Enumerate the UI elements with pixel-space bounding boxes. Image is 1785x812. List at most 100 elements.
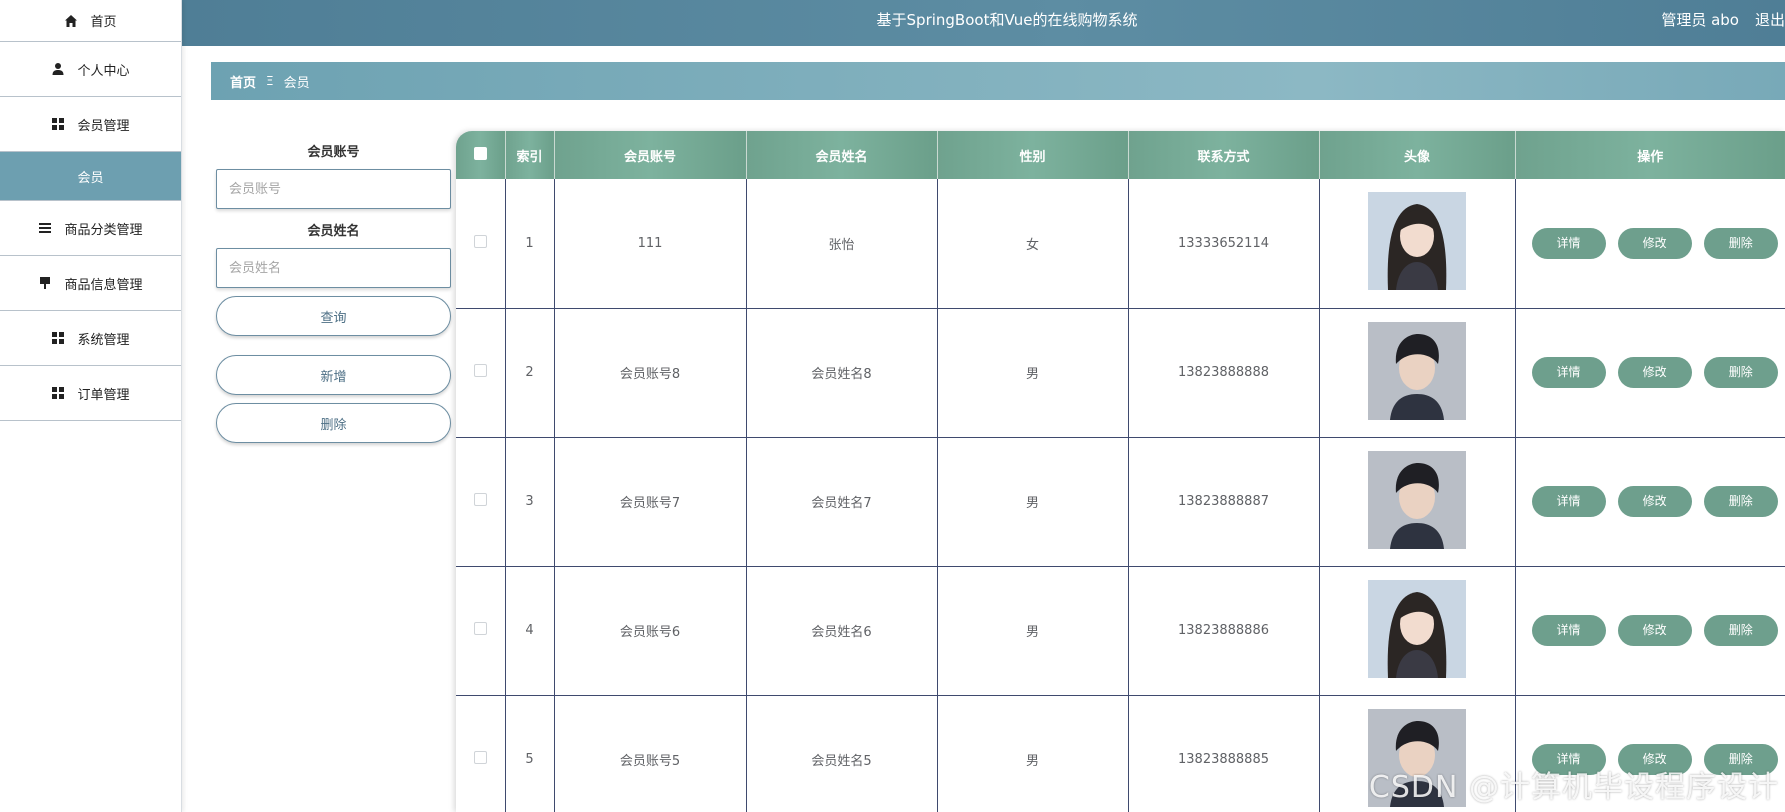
avatar — [1368, 321, 1466, 420]
delete-button[interactable]: 删除 — [1703, 357, 1778, 388]
detail-button[interactable]: 详情 — [1531, 486, 1606, 517]
sidebar-item-member[interactable]: 会员 — [0, 152, 181, 201]
row-checkbox[interactable] — [473, 751, 487, 764]
actions-cell: 详情 修改 删除 — [1515, 437, 1785, 567]
actions-cell: 详情 修改 删除 — [1515, 308, 1785, 438]
user-icon — [51, 62, 65, 76]
gender-cell: 男 — [937, 437, 1129, 567]
sidebar-item-system-mgmt[interactable]: 系统管理 — [0, 311, 181, 366]
edit-button[interactable]: 修改 — [1617, 227, 1692, 259]
index-cell: 1 — [505, 179, 555, 309]
column-header: 头像 — [1319, 131, 1516, 179]
actions-cell: 详情 修改 删除 — [1515, 179, 1785, 309]
query-button[interactable]: 查询 — [216, 296, 451, 336]
app-window: 首页 个人中心 会员管理 会员 商品分类管理 商品信息管理 系统管理 订单管理 … — [0, 0, 1785, 812]
delete-button[interactable]: 删除 — [1703, 615, 1778, 646]
account-cell: 111 — [554, 179, 747, 309]
detail-button[interactable]: 详情 — [1531, 357, 1606, 388]
member-table: 索引 会员账号 会员姓名 性别 联系方式 头像 操作 1 111 张怡 女 13… — [456, 131, 1785, 812]
delete-button[interactable]: 删除 — [1703, 227, 1778, 259]
column-header: 性别 — [937, 131, 1129, 179]
breadcrumb-separator-icon: Ξ — [266, 74, 274, 88]
detail-button[interactable]: 详情 — [1531, 227, 1606, 259]
sidebar-item-label: 会员 — [77, 170, 104, 186]
column-header: 联系方式 — [1128, 131, 1320, 179]
grid-icon — [51, 117, 65, 131]
column-header: 索引 — [505, 131, 555, 179]
name-cell: 张怡 — [746, 179, 938, 309]
account-cell: 会员账号6 — [554, 566, 747, 696]
name-label: 会员姓名 — [307, 224, 360, 239]
logout-link[interactable]: 退出 — [1755, 9, 1785, 30]
account-label: 会员账号 — [307, 145, 360, 160]
row-checkbox[interactable] — [473, 364, 487, 377]
sidebar-item-member-mgmt[interactable]: 会员管理 — [0, 97, 181, 152]
account-search-input[interactable] — [216, 169, 451, 209]
current-user: 管理员 abo — [1661, 11, 1739, 29]
sidebar-item-label: 首页 — [90, 15, 117, 30]
sidebar-item-home[interactable]: 首页 — [0, 0, 181, 42]
column-header: 会员姓名 — [746, 131, 938, 179]
list-icon — [38, 221, 52, 235]
sidebar-item-category-mgmt[interactable]: 商品分类管理 — [0, 201, 181, 256]
top-header: 基于SpringBoot和Vue的在线购物系统 管理员 abo 退出 — [182, 0, 1785, 46]
gender-cell: 男 — [937, 308, 1129, 438]
app-title: 基于SpringBoot和Vue的在线购物系统 — [876, 11, 1138, 29]
phone-cell: 13823888885 — [1128, 695, 1320, 812]
add-button[interactable]: 新增 — [216, 355, 451, 395]
index-cell: 4 — [505, 566, 555, 696]
avatar — [1368, 192, 1466, 291]
sidebar-item-label: 个人中心 — [77, 63, 130, 79]
row-checkbox[interactable] — [473, 493, 487, 506]
select-all-cell — [456, 131, 506, 179]
row-checkbox[interactable] — [473, 622, 487, 635]
avatar-cell — [1319, 437, 1516, 567]
table-row: 2 会员账号8 会员姓名8 男 13823888888 详情 修改 删除 — [456, 308, 1785, 438]
avatar-cell — [1319, 566, 1516, 696]
watermark: CSDN @计算机毕设程序设计 — [1368, 770, 1779, 805]
edit-button[interactable]: 修改 — [1617, 615, 1692, 646]
actions-cell: 详情 修改 删除 — [1515, 566, 1785, 696]
breadcrumb-home[interactable]: 首页 — [230, 72, 256, 91]
sidebar-item-label: 商品信息管理 — [64, 277, 143, 293]
gender-cell: 女 — [937, 179, 1129, 309]
table-row: 4 会员账号6 会员姓名6 男 13823888886 详情 修改 删除 — [456, 566, 1785, 696]
account-cell: 会员账号8 — [554, 308, 747, 438]
avatar-cell — [1319, 308, 1516, 438]
phone-cell: 13823888886 — [1128, 566, 1320, 696]
sidebar-item-label: 会员管理 — [77, 118, 130, 134]
sidebar: 首页 个人中心 会员管理 会员 商品分类管理 商品信息管理 系统管理 订单管理 — [0, 0, 182, 812]
account-cell: 会员账号5 — [554, 695, 747, 812]
breadcrumb-current: 会员 — [283, 75, 310, 91]
edit-button[interactable]: 修改 — [1617, 357, 1692, 388]
name-search-input[interactable] — [216, 248, 451, 288]
phone-cell: 13823888887 — [1128, 437, 1320, 567]
select-all-checkbox[interactable] — [473, 146, 487, 160]
sidebar-item-label: 订单管理 — [77, 387, 130, 403]
row-select-cell — [456, 308, 506, 438]
batch-delete-button[interactable]: 删除 — [216, 403, 451, 443]
grid-icon — [51, 386, 65, 400]
row-checkbox[interactable] — [473, 234, 487, 248]
gender-cell: 男 — [937, 695, 1129, 812]
sidebar-item-product-mgmt[interactable]: 商品信息管理 — [0, 256, 181, 311]
sidebar-item-profile[interactable]: 个人中心 — [0, 42, 181, 97]
avatar — [1368, 450, 1466, 549]
row-select-cell — [456, 695, 506, 812]
edit-button[interactable]: 修改 — [1617, 486, 1692, 517]
name-cell: 会员姓名6 — [746, 566, 938, 696]
column-header: 会员账号 — [554, 131, 747, 179]
row-select-cell — [456, 179, 506, 309]
account-cell: 会员账号7 — [554, 437, 747, 567]
sidebar-item-label: 商品分类管理 — [64, 222, 143, 238]
column-header: 操作 — [1515, 131, 1785, 179]
row-select-cell — [456, 566, 506, 696]
table-row: 3 会员账号7 会员姓名7 男 13823888887 详情 修改 删除 — [456, 437, 1785, 567]
detail-button[interactable]: 详情 — [1531, 615, 1606, 646]
grid-icon — [51, 331, 65, 345]
home-icon — [64, 14, 78, 28]
row-select-cell — [456, 437, 506, 567]
sidebar-item-order-mgmt[interactable]: 订单管理 — [0, 366, 181, 421]
delete-button[interactable]: 删除 — [1703, 486, 1778, 517]
name-cell: 会员姓名8 — [746, 308, 938, 438]
